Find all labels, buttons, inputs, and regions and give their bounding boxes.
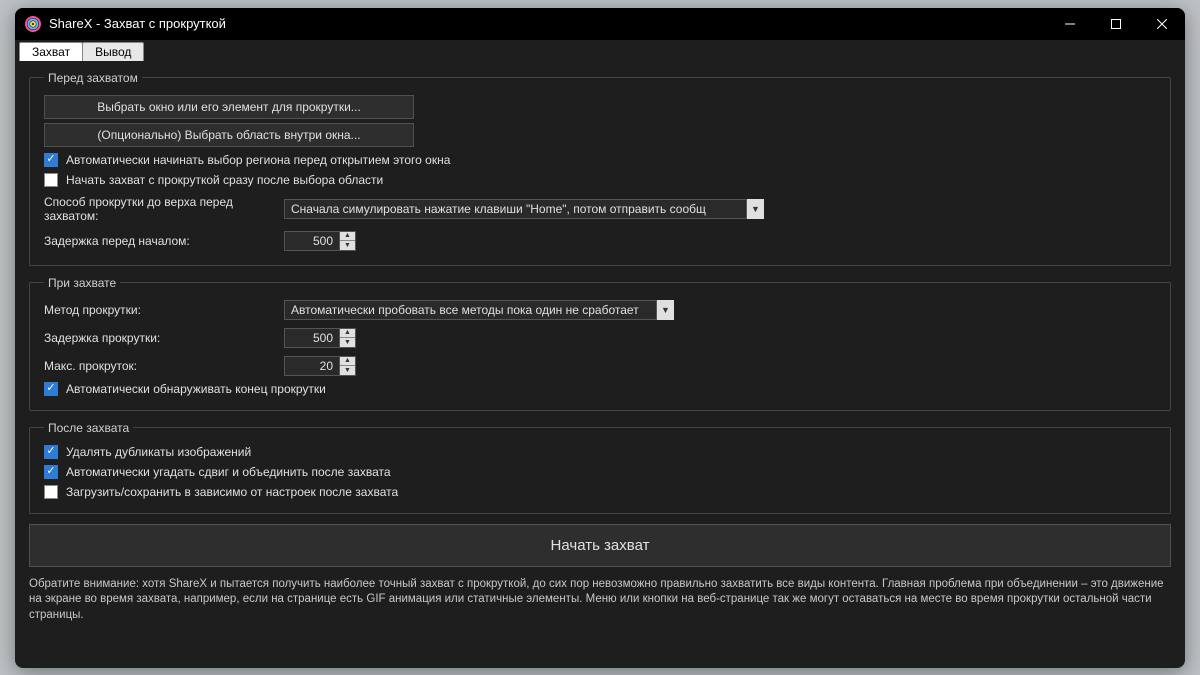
- max-scroll-up-button[interactable]: ▲: [340, 357, 355, 367]
- max-scroll-down-button[interactable]: ▼: [340, 366, 355, 375]
- window-controls: [1047, 8, 1185, 40]
- start-after-region-label: Начать захват с прокруткой сразу после в…: [66, 173, 383, 187]
- start-delay-down-button[interactable]: ▼: [340, 241, 355, 250]
- titlebar: ShareX - Захват с прокруткой: [15, 8, 1185, 40]
- tab-capture[interactable]: Захват: [19, 42, 83, 61]
- window-title: ShareX - Захват с прокруткой: [49, 16, 226, 31]
- content-area: Перед захватом Выбрать окно или его элем…: [15, 61, 1185, 668]
- scroll-delay-up-button[interactable]: ▲: [340, 329, 355, 339]
- after-capture-group: После захвата Удалять дубликаты изображе…: [29, 421, 1171, 514]
- scroll-top-method-select[interactable]: Сначала симулировать нажатие клавиши "Ho…: [284, 199, 764, 219]
- start-delay-input[interactable]: 500: [284, 231, 340, 251]
- auto-detect-end-checkbox[interactable]: [44, 382, 58, 396]
- notice-text: Обратите внимание: хотя ShareX и пытаетс…: [29, 577, 1171, 624]
- max-scroll-input[interactable]: 20: [284, 356, 340, 376]
- before-capture-legend: Перед захватом: [44, 71, 142, 85]
- select-region-button[interactable]: (Опционально) Выбрать область внутри окн…: [44, 123, 414, 147]
- scroll-delay-down-button[interactable]: ▼: [340, 338, 355, 347]
- app-window: ShareX - Захват с прокруткой Захват Выво…: [15, 8, 1185, 668]
- auto-guess-label: Автоматически угадать сдвиг и объединить…: [66, 465, 391, 479]
- scroll-method-label: Метод прокрутки:: [44, 303, 284, 317]
- upload-save-checkbox[interactable]: [44, 485, 58, 499]
- chevron-down-icon: ▼: [656, 300, 674, 320]
- before-capture-group: Перед захватом Выбрать окно или его элем…: [29, 71, 1171, 266]
- while-capture-legend: При захвате: [44, 276, 120, 290]
- maximize-button[interactable]: [1093, 8, 1139, 40]
- scroll-top-method-value: Сначала симулировать нажатие клавиши "Ho…: [291, 202, 706, 216]
- scroll-top-method-label: Способ прокрутки до верха перед захватом…: [44, 195, 284, 223]
- auto-start-region-checkbox[interactable]: [44, 153, 58, 167]
- sharex-icon: [25, 16, 41, 32]
- remove-duplicates-checkbox[interactable]: [44, 445, 58, 459]
- start-delay-up-button[interactable]: ▲: [340, 232, 355, 242]
- tab-output[interactable]: Вывод: [82, 42, 144, 61]
- auto-detect-end-label: Автоматически обнаруживать конец прокрут…: [66, 382, 326, 396]
- scroll-method-select[interactable]: Автоматически пробовать все методы пока …: [284, 300, 674, 320]
- upload-save-label: Загрузить/сохранить в зависимо от настро…: [66, 485, 398, 499]
- start-after-region-checkbox[interactable]: [44, 173, 58, 187]
- minimize-button[interactable]: [1047, 8, 1093, 40]
- auto-start-region-label: Автоматически начинать выбор региона пер…: [66, 153, 450, 167]
- remove-duplicates-label: Удалять дубликаты изображений: [66, 445, 251, 459]
- close-button[interactable]: [1139, 8, 1185, 40]
- max-scroll-label: Макс. прокруток:: [44, 359, 284, 373]
- chevron-down-icon: ▼: [746, 199, 764, 219]
- select-window-button[interactable]: Выбрать окно или его элемент для прокрут…: [44, 95, 414, 119]
- after-capture-legend: После захвата: [44, 421, 133, 435]
- start-delay-label: Задержка перед началом:: [44, 234, 284, 248]
- tab-bar: Захват Вывод: [15, 40, 1185, 61]
- start-capture-button[interactable]: Начать захват: [29, 524, 1171, 567]
- while-capture-group: При захвате Метод прокрутки: Автоматичес…: [29, 276, 1171, 411]
- scroll-method-value: Автоматически пробовать все методы пока …: [291, 303, 639, 317]
- scroll-delay-input[interactable]: 500: [284, 328, 340, 348]
- scroll-delay-label: Задержка прокрутки:: [44, 331, 284, 345]
- auto-guess-checkbox[interactable]: [44, 465, 58, 479]
